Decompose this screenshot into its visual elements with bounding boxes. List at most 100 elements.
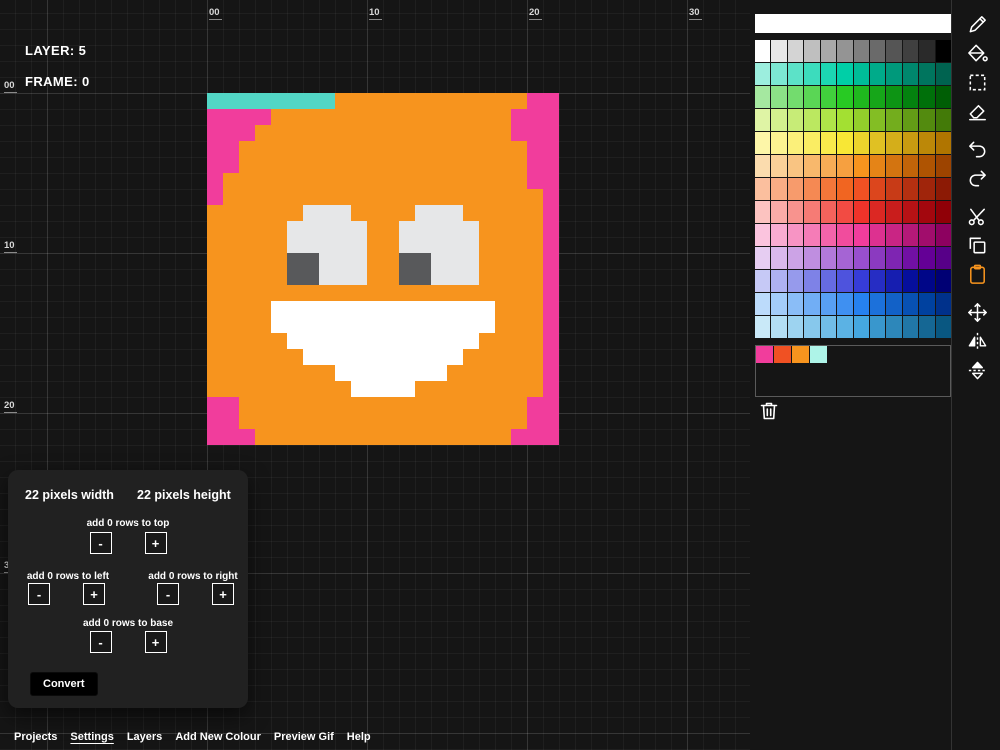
pixel-cell[interactable] — [287, 413, 303, 429]
pixel-cell[interactable] — [463, 157, 479, 173]
palette-swatch[interactable] — [771, 63, 786, 85]
palette-swatch[interactable] — [771, 270, 786, 292]
pixel-cell[interactable] — [447, 381, 463, 397]
pixel-cell[interactable] — [543, 413, 559, 429]
recent-color-swatch[interactable] — [792, 346, 809, 363]
palette-swatch[interactable] — [886, 247, 901, 269]
pixel-cell[interactable] — [543, 173, 559, 189]
pixel-cell[interactable] — [463, 125, 479, 141]
pixel-cell[interactable] — [399, 333, 415, 349]
pixel-cell[interactable] — [527, 429, 543, 445]
palette-swatch[interactable] — [936, 270, 951, 292]
pixel-cell[interactable] — [527, 141, 543, 157]
pixel-cell[interactable] — [383, 413, 399, 429]
palette-swatch[interactable] — [837, 224, 852, 246]
pixel-cell[interactable] — [303, 141, 319, 157]
pixel-cell[interactable] — [431, 157, 447, 173]
pixel-cell[interactable] — [383, 365, 399, 381]
pixel-cell[interactable] — [415, 189, 431, 205]
pixel-cell[interactable] — [239, 253, 255, 269]
pixel-cell[interactable] — [207, 205, 223, 221]
pixel-cell[interactable] — [319, 253, 335, 269]
top-minus-button[interactable]: - — [90, 532, 112, 554]
pixel-cell[interactable] — [207, 221, 223, 237]
pixel-cell[interactable] — [351, 429, 367, 445]
palette-swatch[interactable] — [936, 40, 951, 62]
palette-swatch[interactable] — [788, 224, 803, 246]
pixel-cell[interactable] — [239, 157, 255, 173]
convert-button[interactable]: Convert — [30, 672, 98, 696]
pixel-cell[interactable] — [303, 157, 319, 173]
pixel-cell[interactable] — [495, 381, 511, 397]
pixel-cell[interactable] — [255, 221, 271, 237]
pixel-cell[interactable] — [335, 269, 351, 285]
pixel-cell[interactable] — [223, 301, 239, 317]
pixel-cell[interactable] — [511, 285, 527, 301]
palette-swatch[interactable] — [903, 201, 918, 223]
pixel-cell[interactable] — [223, 429, 239, 445]
pixel-cell[interactable] — [223, 317, 239, 333]
pixel-cell[interactable] — [511, 413, 527, 429]
pixel-cell[interactable] — [255, 93, 271, 109]
palette-swatch[interactable] — [870, 63, 885, 85]
pixel-cell[interactable] — [335, 205, 351, 221]
pixel-cell[interactable] — [479, 93, 495, 109]
pixel-cell[interactable] — [543, 285, 559, 301]
pixel-cell[interactable] — [271, 381, 287, 397]
palette-swatch[interactable] — [837, 63, 852, 85]
pixel-cell[interactable] — [351, 397, 367, 413]
pixel-cell[interactable] — [207, 269, 223, 285]
pixel-cell[interactable] — [239, 317, 255, 333]
palette-swatch[interactable] — [771, 316, 786, 338]
pixel-cell[interactable] — [335, 189, 351, 205]
pixel-cell[interactable] — [511, 237, 527, 253]
palette-swatch[interactable] — [903, 247, 918, 269]
pixel-cell[interactable] — [255, 205, 271, 221]
pixel-cell[interactable] — [255, 173, 271, 189]
pixel-cell[interactable] — [383, 253, 399, 269]
pixel-cell[interactable] — [415, 365, 431, 381]
pixel-cell[interactable] — [511, 125, 527, 141]
undo-button[interactable] — [965, 137, 990, 162]
palette-swatch[interactable] — [771, 201, 786, 223]
pixel-cell[interactable] — [383, 381, 399, 397]
palette-swatch[interactable] — [771, 224, 786, 246]
pixel-cell[interactable] — [223, 189, 239, 205]
pixel-cell[interactable] — [463, 189, 479, 205]
palette-swatch[interactable] — [936, 201, 951, 223]
pixel-cell[interactable] — [367, 285, 383, 301]
pixel-cell[interactable] — [527, 317, 543, 333]
pixel-cell[interactable] — [351, 317, 367, 333]
pixel-cell[interactable] — [335, 381, 351, 397]
pixel-cell[interactable] — [383, 205, 399, 221]
pixel-cell[interactable] — [303, 381, 319, 397]
pixel-cell[interactable] — [527, 365, 543, 381]
pixel-cell[interactable] — [319, 205, 335, 221]
pixel-cell[interactable] — [271, 205, 287, 221]
pixel-cell[interactable] — [271, 189, 287, 205]
pixel-cell[interactable] — [543, 205, 559, 221]
pixel-cell[interactable] — [351, 333, 367, 349]
palette-swatch[interactable] — [788, 201, 803, 223]
pixel-cell[interactable] — [223, 381, 239, 397]
palette-swatch[interactable] — [854, 40, 869, 62]
palette-swatch[interactable] — [886, 316, 901, 338]
pixel-cell[interactable] — [335, 349, 351, 365]
pixel-cell[interactable] — [383, 141, 399, 157]
pixel-cell[interactable] — [335, 397, 351, 413]
pixel-cell[interactable] — [383, 317, 399, 333]
pixel-cell[interactable] — [527, 285, 543, 301]
pixel-cell[interactable] — [271, 237, 287, 253]
pixel-cell[interactable] — [303, 109, 319, 125]
pixel-cell[interactable] — [287, 381, 303, 397]
palette-swatch[interactable] — [936, 86, 951, 108]
pixel-cell[interactable] — [495, 317, 511, 333]
pixel-cell[interactable] — [415, 157, 431, 173]
pixel-cell[interactable] — [239, 349, 255, 365]
pixel-cell[interactable] — [287, 301, 303, 317]
pixel-cell[interactable] — [431, 285, 447, 301]
pixel-cell[interactable] — [495, 205, 511, 221]
flip-horizontal-button[interactable] — [965, 329, 990, 354]
pencil-tool-button[interactable] — [965, 12, 990, 37]
pixel-cell[interactable] — [207, 429, 223, 445]
